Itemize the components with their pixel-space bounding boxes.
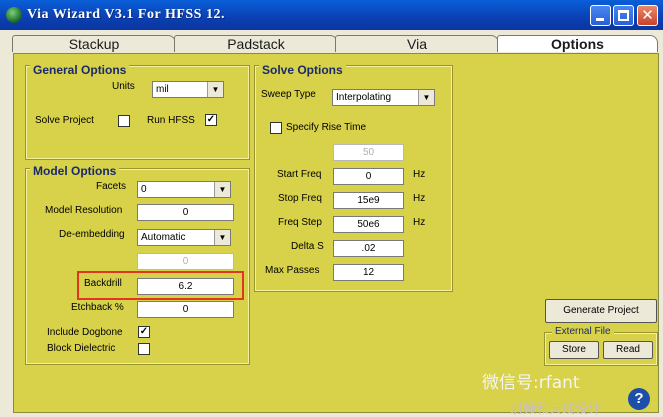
minimize-button[interactable] (590, 5, 611, 26)
etchback-field[interactable]: 0 (137, 301, 234, 318)
minimize-icon (596, 18, 604, 21)
general-options-panel (25, 65, 250, 160)
close-icon: ✕ (641, 6, 654, 24)
options-page: General Options Units mil ▼ Solve Project… (13, 53, 659, 413)
start-freq-field[interactable]: 0 (333, 168, 404, 185)
tab-via[interactable]: Via (335, 35, 499, 52)
tab-padstack[interactable]: Padstack (174, 35, 338, 52)
include-dogbone-label: Include Dogbone (47, 327, 123, 338)
freq-step-field[interactable]: 50e6 (333, 216, 404, 233)
chevron-down-icon[interactable]: ▼ (214, 182, 230, 197)
watermark-caption: 射频和天线设计 (510, 402, 602, 417)
sweep-type-label: Sweep Type (261, 89, 316, 100)
max-passes-label: Max Passes (265, 265, 320, 276)
watermark-wechat: 微信号:rfant (482, 373, 580, 393)
stop-freq-unit: Hz (413, 193, 426, 204)
units-label: Units (112, 81, 135, 92)
max-passes-field[interactable]: 12 (333, 264, 404, 281)
rise-time-field[interactable]: 50 (333, 144, 404, 161)
deembedding-select[interactable]: Automatic ▼ (137, 229, 231, 246)
tab-options[interactable]: Options (497, 35, 658, 52)
model-options-title: Model Options (30, 164, 120, 178)
maximize-icon (618, 10, 629, 21)
general-options-title: General Options (30, 63, 130, 77)
facets-select[interactable]: 0 ▼ (137, 181, 231, 198)
chevron-down-icon[interactable]: ▼ (418, 90, 434, 105)
model-resolution-label: Model Resolution (45, 205, 123, 216)
deembedding-length-field[interactable]: 0 (137, 253, 234, 270)
stop-freq-label: Stop Freq (278, 193, 322, 204)
solve-project-checkbox[interactable] (118, 115, 130, 127)
run-hfss-label: Run HFSS (147, 115, 195, 126)
include-dogbone-checkbox[interactable]: ✓ (138, 326, 150, 338)
deembedding-label: De-embedding (59, 229, 125, 240)
maximize-button[interactable] (613, 5, 634, 26)
help-icon[interactable]: ? (628, 388, 650, 410)
solve-options-title: Solve Options (259, 63, 346, 77)
sweep-type-value: Interpolating (336, 92, 392, 103)
freq-step-unit: Hz (413, 217, 426, 228)
chevron-down-icon[interactable]: ▼ (207, 82, 223, 97)
read-button[interactable]: Read (603, 341, 653, 359)
delta-s-field[interactable]: .02 (333, 240, 404, 257)
start-freq-label: Start Freq (277, 169, 322, 180)
external-file-title: External File (552, 326, 614, 337)
specify-rise-time-label: Specify Rise Time (286, 122, 367, 133)
block-dielectric-label: Block Dielectric (47, 343, 116, 354)
specify-rise-time-checkbox[interactable] (270, 122, 282, 134)
model-resolution-field[interactable]: 0 (137, 204, 234, 221)
window-title: Via Wizard V3.1 For HFSS 12. (27, 7, 225, 22)
stop-freq-field[interactable]: 15e9 (333, 192, 404, 209)
run-hfss-checkbox[interactable]: ✓ (205, 114, 217, 126)
etchback-label: Etchback % (71, 302, 124, 313)
deembedding-value: Automatic (141, 232, 186, 243)
freq-step-label: Freq Step (278, 217, 322, 228)
tab-strip: Stackup Padstack Via Options (12, 35, 658, 53)
facets-label: Facets (96, 181, 127, 192)
chevron-down-icon[interactable]: ▼ (214, 230, 230, 245)
app-icon (6, 7, 22, 23)
delta-s-label: Delta S (291, 241, 324, 252)
units-value: mil (156, 84, 169, 95)
generate-project-button[interactable]: Generate Project (545, 299, 657, 323)
units-select[interactable]: mil ▼ (152, 81, 224, 98)
tab-stackup[interactable]: Stackup (12, 35, 176, 52)
start-freq-unit: Hz (413, 169, 426, 180)
backdrill-highlight (77, 271, 244, 300)
store-button[interactable]: Store (549, 341, 599, 359)
title-bar: Via Wizard V3.1 For HFSS 12. ✕ (0, 0, 663, 30)
facets-value: 0 (141, 184, 147, 195)
block-dielectric-checkbox[interactable] (138, 343, 150, 355)
sweep-type-select[interactable]: Interpolating ▼ (332, 89, 435, 106)
solve-project-label: Solve Project (35, 115, 94, 126)
close-button[interactable]: ✕ (637, 5, 658, 26)
